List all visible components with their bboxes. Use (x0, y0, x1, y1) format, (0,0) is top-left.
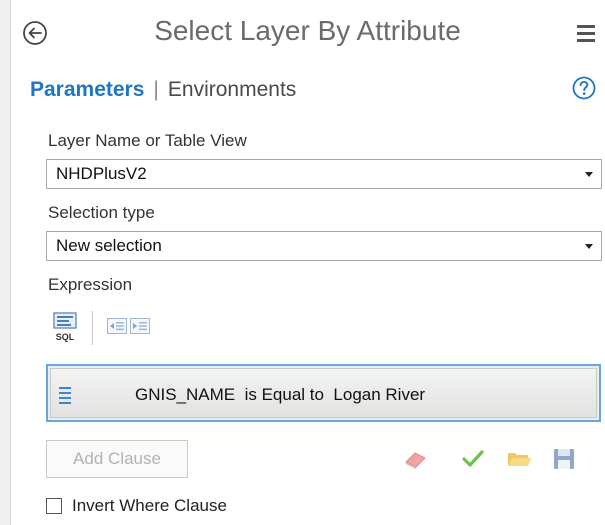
chevron-down-icon (585, 244, 593, 249)
add-clause-button[interactable]: Add Clause (46, 440, 188, 478)
back-arrow-circle-icon[interactable] (22, 20, 48, 46)
drag-handle-icon[interactable] (59, 387, 71, 404)
selection-type-label: Selection type (48, 203, 155, 222)
layer-name-value: NHDPlusV2 (56, 164, 147, 183)
save-disk-icon[interactable] (551, 447, 577, 471)
pane-header: Select Layer By Attribute (10, 0, 605, 68)
layer-name-dropdown[interactable]: NHDPlusV2 (46, 159, 602, 189)
checkmark-verify-icon[interactable] (460, 447, 486, 471)
page-title: Select Layer By Attribute (154, 15, 461, 46)
layer-name-label: Layer Name or Table View (48, 131, 247, 150)
expression-label: Expression (48, 275, 133, 294)
tab-environments[interactable]: Environments (168, 78, 296, 102)
help-question-icon[interactable] (572, 76, 596, 100)
sql-icon-text: SQL (56, 332, 75, 342)
selection-type-value: New selection (56, 236, 162, 255)
invert-where-clause-label: Invert Where Clause (72, 496, 227, 515)
toolbar-divider (92, 311, 93, 345)
pane-tabs: Parameters | Environments (30, 78, 296, 102)
geoprocessing-pane: Select Layer By Attribute Parameters | E… (0, 0, 605, 525)
hamburger-menu-icon[interactable] (575, 22, 597, 44)
chevron-down-icon (585, 172, 593, 177)
folder-open-icon[interactable] (506, 447, 532, 471)
sql-icon[interactable]: SQL (52, 311, 80, 343)
where-clause-row[interactable]: GNIS_NAME is Equal to Logan River (46, 364, 601, 422)
invert-where-clause-row[interactable]: Invert Where Clause (46, 495, 227, 517)
where-clause-body: GNIS_NAME is Equal to Logan River (50, 368, 597, 418)
selection-type-dropdown[interactable]: New selection (46, 231, 602, 261)
where-clause-text: GNIS_NAME is Equal to Logan River (135, 385, 426, 404)
tab-separator: | (153, 78, 159, 101)
outdent-icon[interactable] (107, 318, 127, 334)
indent-icon[interactable] (130, 318, 150, 334)
eraser-icon[interactable] (403, 447, 429, 471)
pane-left-edge (0, 0, 11, 525)
invert-where-clause-checkbox[interactable] (46, 498, 62, 514)
tab-parameters[interactable]: Parameters (30, 78, 144, 102)
